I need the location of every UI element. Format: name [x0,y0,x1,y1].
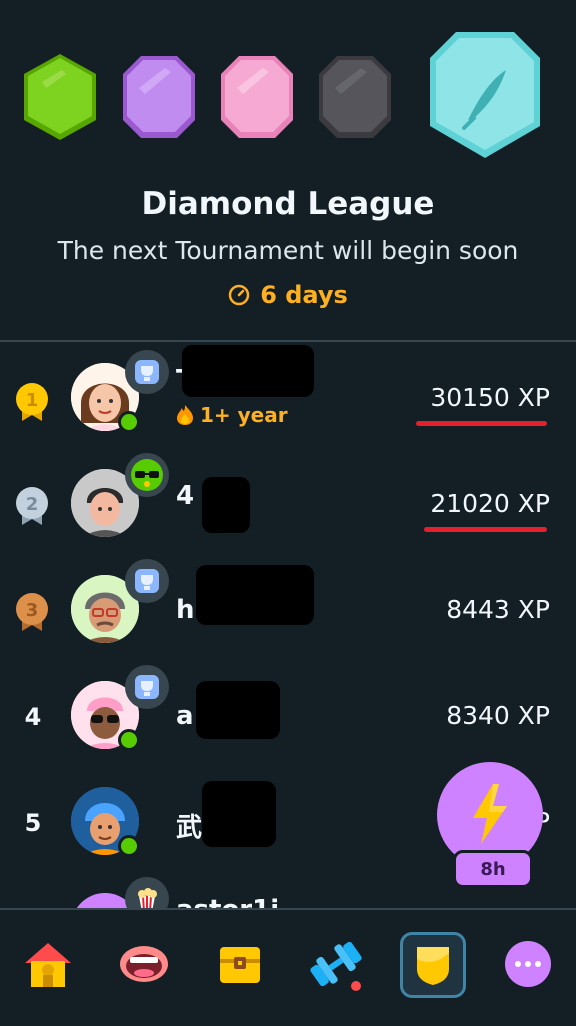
flame-icon [177,405,193,425]
league-title: Diamond League [141,186,435,222]
username: astor1i [176,895,279,908]
nav-speak[interactable] [112,932,176,996]
online-indicator [118,729,140,751]
redacted-username [202,781,276,847]
nav-more[interactable] [496,932,560,996]
header-divider [0,340,576,342]
silver-medal-icon: 2 [16,487,48,525]
username: a [176,701,194,731]
nav-leagues[interactable] [400,932,466,998]
highlight-underline [416,421,547,426]
trophy-badge-icon [125,559,169,603]
leaderboard-row-4[interactable]: 4 a 8340 XP [0,663,576,769]
svg-text:2: 2 [26,494,39,515]
clock-icon [228,284,250,306]
redacted-username [196,681,280,739]
diamond-league-badge [430,32,540,158]
rank-number: 4 [24,703,42,731]
xp-value: 30150 XP [430,383,550,412]
league-subtitle: The next Tournament will begin soon [57,236,519,265]
more-icon [505,941,551,987]
streak-label: 1+ year [200,403,288,427]
shield-icon [417,947,449,985]
username: 4 [176,481,195,511]
xp-value: 21020 XP [430,489,550,518]
treasure-chest-icon [220,947,260,983]
trophy-badge-icon [125,350,169,394]
nav-chest[interactable] [208,932,272,996]
svg-text:1: 1 [26,390,39,411]
popcorn-badge-icon [125,877,169,908]
amethyst-league-badge [123,56,195,138]
sunglasses-badge-icon [125,453,169,497]
svg-text:3: 3 [26,600,39,621]
username: h [176,595,195,625]
nav-home[interactable] [16,932,80,996]
countdown: 6 days [0,281,576,309]
rank-number: 5 [24,809,42,837]
boost-timer: 8h [453,850,533,888]
xp-value: 8340 XP [446,701,550,730]
username: 武 [176,813,203,843]
online-indicator [118,835,140,857]
emerald-league-badge [24,54,96,140]
redacted-username [182,345,314,397]
bronze-medal-icon: 3 [16,593,48,631]
lightning-icon [473,784,507,844]
speak-icon [120,946,168,982]
online-indicator [118,411,140,433]
streak: 1+ year [176,403,288,427]
xp-value: 8443 XP [446,595,550,624]
redacted-username [196,565,314,625]
obsidian-league-badge [319,56,391,138]
nav-practice[interactable] [304,932,368,996]
trophy-badge-icon [125,665,169,709]
pearl-league-badge [221,56,293,138]
countdown-label: 6 days [260,281,348,309]
redacted-username [202,477,250,533]
dumbbell-icon [310,941,362,991]
leaderboard-row-2[interactable]: 2 4 21020 XP [0,451,576,557]
gold-medal-icon: 1 [16,383,48,421]
bottom-nav [0,908,576,1026]
home-icon [25,943,71,987]
leaderboard-row-1[interactable]: 1 T 1+ year 30150 XP [0,345,576,451]
leaderboard-row-3[interactable]: 3 h 8443 XP [0,557,576,663]
highlight-underline [424,527,547,532]
